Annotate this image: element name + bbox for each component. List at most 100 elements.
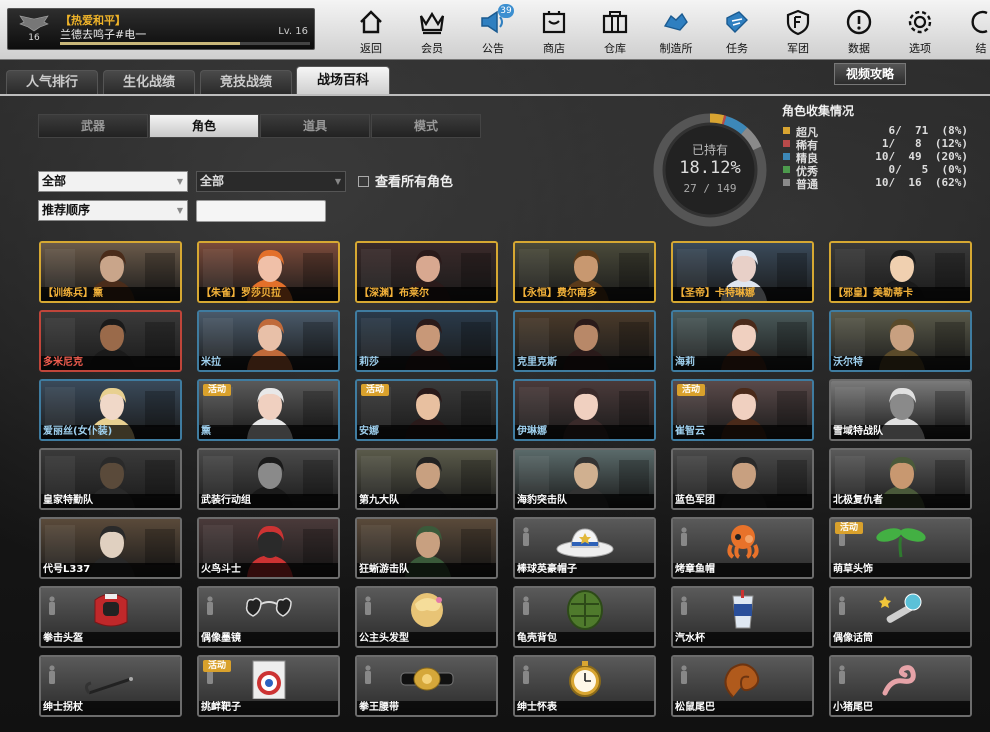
rarity-count-gap [922,176,935,189]
item-card[interactable]: 汽水杯 [671,586,814,648]
item-card[interactable]: 公主头发型 [355,586,498,648]
item-card[interactable]: 松鼠尾巴 [671,655,814,717]
role-card[interactable]: 米拉 [197,310,340,372]
nav-crown-button[interactable]: 会员 [403,6,461,56]
item-card[interactable]: 绅士拐杖 [39,655,182,717]
item-card[interactable]: 活动 挑衅靶子 [197,655,340,717]
nav-gear-button[interactable]: 选项 [891,6,949,56]
sub-tab-3[interactable]: 道具 [260,114,370,138]
role-card[interactable]: 【圣帝】卡特琳娜 [671,241,814,303]
person-silhouette-icon [681,596,687,615]
nav-shop-button[interactable]: 商店 [525,6,583,56]
item-card[interactable]: 绅士怀表 [513,655,656,717]
person-silhouette-icon [681,527,687,546]
rarity-count-value: 0/ 5 [881,163,929,176]
item-card[interactable]: 偶像话筒 [829,586,972,648]
item-card[interactable]: 拳击头盔 [39,586,182,648]
item-card[interactable]: 龟壳背包 [513,586,656,648]
tab-3[interactable]: 竞技战绩 [200,70,292,94]
nav-home-button[interactable]: 返回 [342,6,400,56]
rarity-count: 0/ 5 (0%) [881,163,969,176]
nav-label: 会员 [421,42,443,55]
role-card[interactable]: 海豹突击队 [513,448,656,510]
role-card[interactable]: 火鸟斗士 [197,517,340,579]
role-card[interactable]: 多米尼克 [39,310,182,372]
item-card[interactable]: 烤章鱼帽 [671,517,814,579]
event-badge: 活动 [677,384,706,396]
event-badge: 活动 [835,522,864,534]
role-card[interactable]: 第九大队 [355,448,498,510]
sort-select[interactable]: 推荐顺序 ▼ [38,200,188,221]
event-badge: 活动 [203,660,232,672]
card-label: 海豹突击队 [515,494,654,508]
heart-sunglasses-icon [245,597,292,617]
gear-icon [908,10,932,34]
role-card[interactable]: 活动 崔智云 [671,379,814,441]
nav-exit-button[interactable]: 结 [952,6,990,56]
sub-tab-1[interactable]: 武器 [38,114,148,138]
squirrel-tail-icon [724,663,760,698]
card-label: 偶像墨镜 [199,632,338,646]
role-card[interactable]: 【邪皇】美勒蒂卡 [829,241,972,303]
sub-tab-4[interactable]: 模式 [371,114,481,138]
nav-info-button[interactable]: 数据 [830,6,888,56]
type-select[interactable]: 全部 ▼ [196,171,346,192]
item-card[interactable]: 偶像墨镜 [197,586,340,648]
nav-factory-button[interactable]: 制造所 [647,6,705,56]
video-guide-button[interactable]: 视频攻略 [834,63,906,85]
role-card[interactable]: 爱丽丝(女仆装) [39,379,182,441]
item-card[interactable]: 拳王腰带 [355,655,498,717]
role-card[interactable]: 克里克斯 [513,310,656,372]
role-card[interactable]: 北极复仇者 [829,448,972,510]
card-label: 皇家特勤队 [41,494,180,508]
info-icon [846,9,872,35]
filter-text-input[interactable] [196,200,326,222]
item-card[interactable]: 小猪尾巴 [829,655,972,717]
card-label: 熏 [199,425,338,439]
card-label: 北极复仇者 [831,494,970,508]
role-card[interactable]: 【朱雀】罗莎贝拉 [197,241,340,303]
card-label: 【永恒】费尔南多 [515,287,654,301]
role-card[interactable]: 代号L337 [39,517,182,579]
view-all-roles-checkbox[interactable]: 查看所有角色 [358,171,453,190]
role-card[interactable]: 海莉 [671,310,814,372]
role-card[interactable]: 伊琳娜 [513,379,656,441]
nav-label: 军团 [787,42,809,55]
role-card[interactable]: 武装行动组 [197,448,340,510]
player-name: 兰德去鸣子#电一 [60,28,147,41]
role-card[interactable]: 活动熏 [197,379,340,441]
role-card[interactable]: 蓝色军团 [671,448,814,510]
role-card[interactable]: 莉莎 [355,310,498,372]
player-panel[interactable]: 16 【热爱和平】 兰德去鸣子#电一 Lv. 16 [7,8,315,50]
top-bar: 16 【热爱和平】 兰德去鸣子#电一 Lv. 16 返回 会员 公告 39 商店 仓库 制造… [0,0,990,60]
shop-icon [542,11,566,34]
category-select[interactable]: 全部 ▼ [38,171,188,192]
role-card[interactable]: 【永恒】费尔南多 [513,241,656,303]
role-card[interactable]: 沃尔特 [829,310,972,372]
nav-label: 数据 [848,42,870,55]
role-card[interactable]: 皇家特勤队 [39,448,182,510]
role-card[interactable]: 活动 安娜 [355,379,498,441]
sub-tab-2[interactable]: 角色 [149,114,259,138]
nav-mission-button[interactable]: 任务 [708,6,766,56]
item-card[interactable]: 棒球英豪帽子 [513,517,656,579]
stat-row: 精良 10/ 49 (20%) [782,150,972,165]
role-card[interactable]: 狂蜥游击队 [355,517,498,579]
item-card[interactable]: 活动 萌草头饰 [829,517,972,579]
nav-legion-button[interactable]: 军团 [769,6,827,56]
nav-label: 公告 [482,42,504,55]
pig-tail-icon [882,665,916,696]
role-card[interactable]: 【训练兵】熏 [39,241,182,303]
type-select-value: 全部 [200,174,225,188]
tab-4[interactable]: 战场百科 [296,66,390,94]
nav-warehouse-button[interactable]: 仓库 [586,6,644,56]
tab-2[interactable]: 生化战绩 [103,70,195,94]
card-label: 绅士拐杖 [41,701,180,715]
person-silhouette-icon [839,665,845,684]
nav-megaphone-button[interactable]: 公告 39 [464,4,522,56]
tab-1[interactable]: 人气排行 [6,70,98,94]
role-card[interactable]: 【深渊】布莱尔 [355,241,498,303]
cowboy-hat-icon [556,528,614,558]
collection-stats: 超凡 6/ 71 (8%) 稀有 1/ 8 (12%) 精良 10/ 49 (20%)… [782,124,972,191]
role-card[interactable]: 雪域特战队 [829,379,972,441]
